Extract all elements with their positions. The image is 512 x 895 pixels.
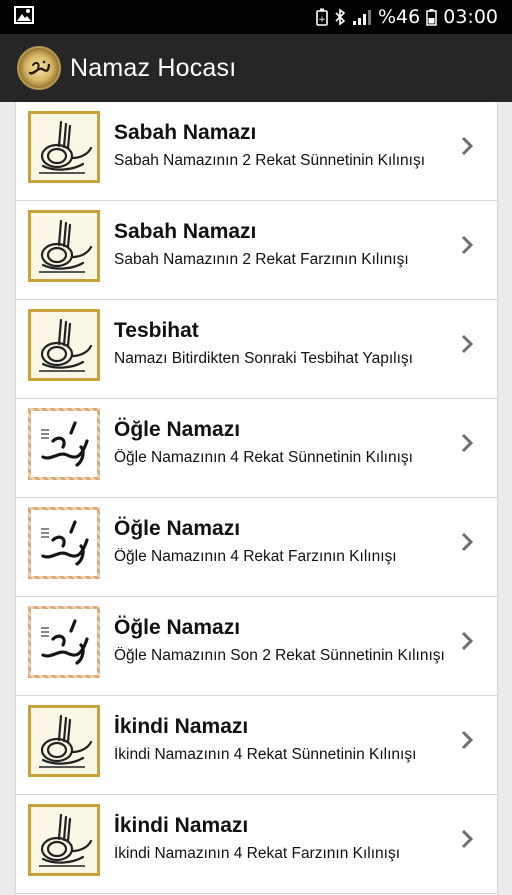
item-title: Tesbihat	[114, 319, 199, 342]
list-item[interactable]: Sabah Namazı Sabah Namazının 2 Rekat Far…	[16, 201, 497, 300]
item-subtitle: İkindi Namazının 4 Rekat Farzının Kılını…	[114, 845, 401, 862]
item-subtitle: İkindi Namazının 4 Rekat Sünnetinin Kılı…	[114, 746, 417, 763]
tughra-icon	[28, 804, 100, 876]
app-title: Namaz Hocası	[70, 53, 237, 82]
item-title: Sabah Namazı	[114, 220, 257, 243]
svg-text:+: +	[318, 15, 326, 25]
bluetooth-icon	[334, 8, 346, 26]
signal-icon	[352, 8, 372, 26]
battery-percentage: %46	[378, 6, 421, 28]
chevron-right-icon	[460, 828, 474, 855]
list-item[interactable]: Öğle Namazı Öğle Namazının 4 Rekat Farzı…	[16, 498, 497, 597]
list-item[interactable]: İkindi Namazı İkindi Namazının 4 Rekat S…	[16, 696, 497, 795]
chevron-right-icon	[460, 729, 474, 756]
battery-icon	[426, 8, 437, 26]
muhammad-calligraphy-icon	[28, 606, 100, 678]
prayer-list: Sabah Namazı Sabah Namazının 2 Rekat Sün…	[16, 102, 497, 895]
item-subtitle: Sabah Namazının 2 Rekat Sünnetinin Kılın…	[114, 152, 426, 169]
chevron-right-icon	[460, 135, 474, 162]
item-title: Öğle Namazı	[114, 616, 241, 639]
item-subtitle: Namazı Bitirdikten Sonraki Tesbihat Yapı…	[114, 350, 413, 367]
muhammad-calligraphy-icon	[28, 507, 100, 579]
tughra-icon	[28, 705, 100, 777]
chevron-right-icon	[460, 630, 474, 657]
status-bar: + %46 03:00	[0, 0, 512, 34]
item-title: Sabah Namazı	[114, 121, 257, 144]
chevron-right-icon	[460, 432, 474, 459]
list-item[interactable]: Tesbihat Namazı Bitirdikten Sonraki Tesb…	[16, 300, 497, 399]
item-title: Öğle Namazı	[114, 418, 241, 441]
item-title: İkindi Namazı	[114, 814, 249, 837]
item-subtitle: Sabah Namazının 2 Rekat Farzının Kılınış…	[114, 251, 409, 268]
tughra-icon	[28, 111, 100, 183]
app-logo-icon	[17, 46, 61, 90]
tughra-icon	[28, 210, 100, 282]
muhammad-calligraphy-icon	[28, 408, 100, 480]
list-item[interactable]: İkindi Namazı İkindi Namazının 4 Rekat F…	[16, 795, 497, 894]
tughra-icon	[28, 309, 100, 381]
item-subtitle: Öğle Namazının Son 2 Rekat Sünnetinin Kı…	[114, 647, 445, 664]
list-item[interactable]: Öğle Namazı Öğle Namazının Son 2 Rekat S…	[16, 597, 497, 696]
item-subtitle: Öğle Namazının 4 Rekat Sünnetinin Kılını…	[114, 449, 413, 466]
chevron-right-icon	[460, 333, 474, 360]
chevron-right-icon	[460, 234, 474, 261]
battery-saver-icon: +	[316, 8, 328, 26]
image-icon	[14, 5, 34, 29]
clock: 03:00	[443, 6, 498, 28]
chevron-right-icon	[460, 531, 474, 558]
list-item[interactable]: Öğle Namazı Öğle Namazının 4 Rekat Sünne…	[16, 399, 497, 498]
item-subtitle: Öğle Namazının 4 Rekat Farzının Kılınışı	[114, 548, 397, 565]
item-title: İkindi Namazı	[114, 715, 249, 738]
item-title: Öğle Namazı	[114, 517, 241, 540]
app-bar: Namaz Hocası	[0, 34, 512, 102]
list-item[interactable]: Sabah Namazı Sabah Namazının 2 Rekat Sün…	[16, 102, 497, 201]
